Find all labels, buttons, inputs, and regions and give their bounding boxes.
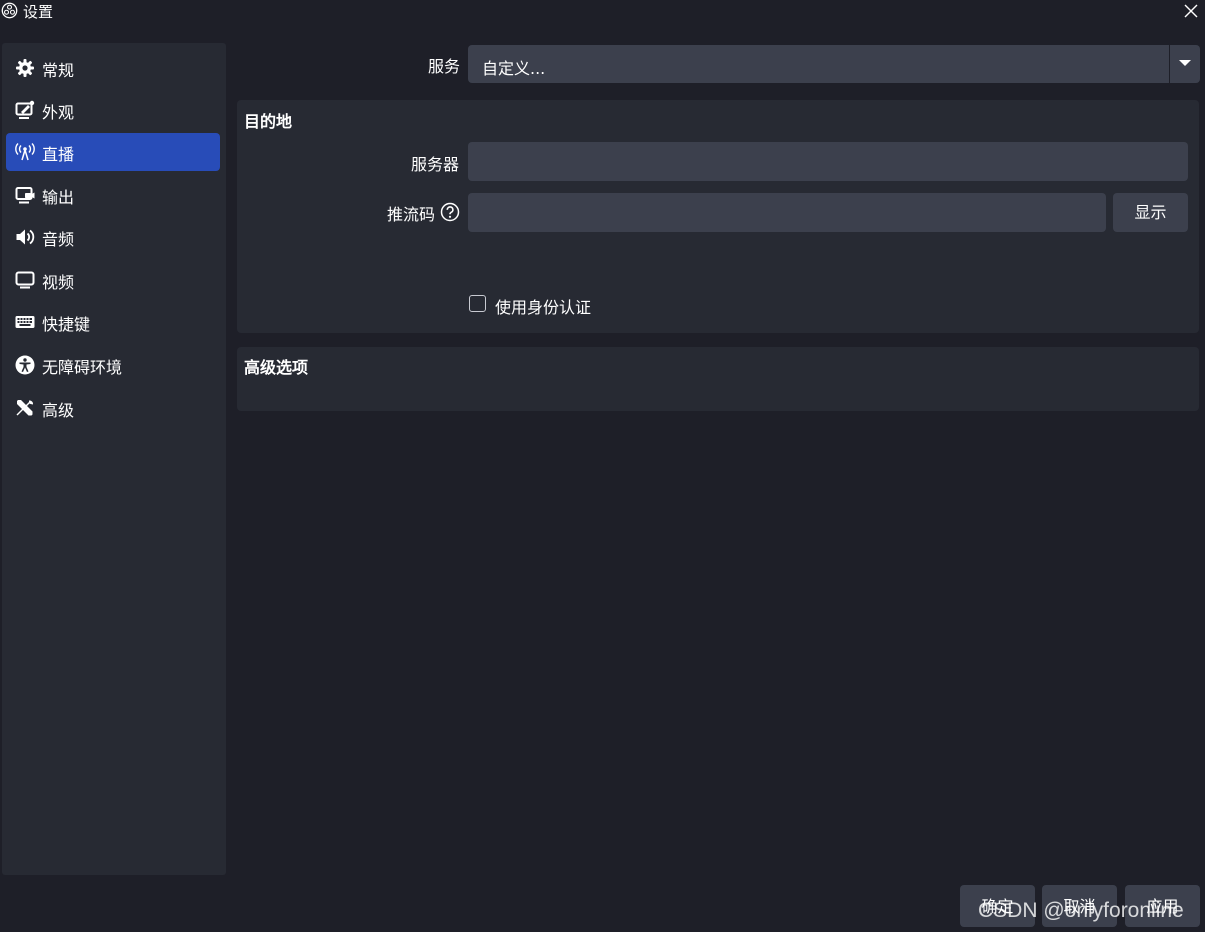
speaker-icon — [16, 229, 35, 245]
tools-icon — [16, 400, 34, 416]
sidebar-item-hotkeys[interactable]: 快捷键 — [6, 303, 220, 341]
advanced-options-title: 高级选项 — [244, 358, 309, 377]
sidebar-item-label: 高级 — [42, 401, 75, 420]
sidebar-item-label: 常规 — [42, 61, 75, 80]
chevron-down-icon[interactable] — [1179, 60, 1191, 66]
service-select-value: 自定义... — [482, 59, 546, 78]
sidebar-item-label: 输出 — [42, 188, 75, 207]
stream-key-label: 推流码 — [387, 205, 436, 224]
sidebar-item-general[interactable]: 常规 — [6, 49, 220, 87]
advanced-options-group[interactable]: 高级选项 — [237, 347, 1199, 411]
use-auth-checkbox[interactable] — [469, 295, 486, 312]
sidebar-item-stream[interactable]: 直播 — [6, 133, 220, 171]
use-auth-label[interactable]: 使用身份认证 — [495, 294, 591, 318]
output-icon — [15, 187, 35, 204]
keyboard-icon — [15, 316, 35, 328]
stream-key-input[interactable] — [468, 193, 1106, 232]
sidebar-item-label: 外观 — [42, 103, 75, 122]
sidebar-item-label: 快捷键 — [42, 315, 91, 334]
settings-sidebar: 常规 外观 直播 输出 音频 视频 快捷键 无障碍环境 高级 — [2, 43, 226, 875]
obs-logo-icon — [1, 2, 18, 19]
server-label: 服务器 — [411, 155, 460, 174]
sidebar-item-label: 无障碍环境 — [42, 358, 123, 377]
help-icon[interactable] — [440, 202, 460, 222]
sidebar-item-label: 音频 — [42, 230, 75, 249]
accessibility-icon — [15, 355, 35, 375]
gear-icon — [16, 59, 34, 77]
antenna-icon — [15, 143, 35, 161]
sidebar-item-label: 直播 — [42, 145, 75, 164]
sidebar-item-label: 视频 — [42, 273, 75, 292]
sidebar-item-accessibility[interactable]: 无障碍环境 — [6, 346, 220, 384]
server-input[interactable] — [468, 142, 1188, 181]
service-select[interactable]: 自定义... — [468, 45, 1200, 83]
appearance-icon — [15, 100, 35, 119]
sidebar-item-video[interactable]: 视频 — [6, 261, 220, 299]
monitor-icon — [15, 271, 35, 289]
sidebar-item-audio[interactable]: 音频 — [6, 218, 220, 256]
watermark-text: CSDN @onlyforonline — [978, 899, 1184, 922]
close-icon[interactable] — [1182, 2, 1200, 20]
show-stream-key-button[interactable]: 显示 — [1113, 193, 1188, 232]
sidebar-item-advanced[interactable]: 高级 — [6, 389, 220, 427]
sidebar-item-appearance[interactable]: 外观 — [6, 91, 220, 129]
select-divider — [1169, 45, 1170, 83]
service-label: 服务 — [428, 57, 461, 76]
window-title: 设置 — [23, 3, 54, 21]
destination-title: 目的地 — [244, 112, 293, 131]
sidebar-item-output[interactable]: 输出 — [6, 176, 220, 214]
title-bar: 设置 — [0, 0, 1205, 22]
